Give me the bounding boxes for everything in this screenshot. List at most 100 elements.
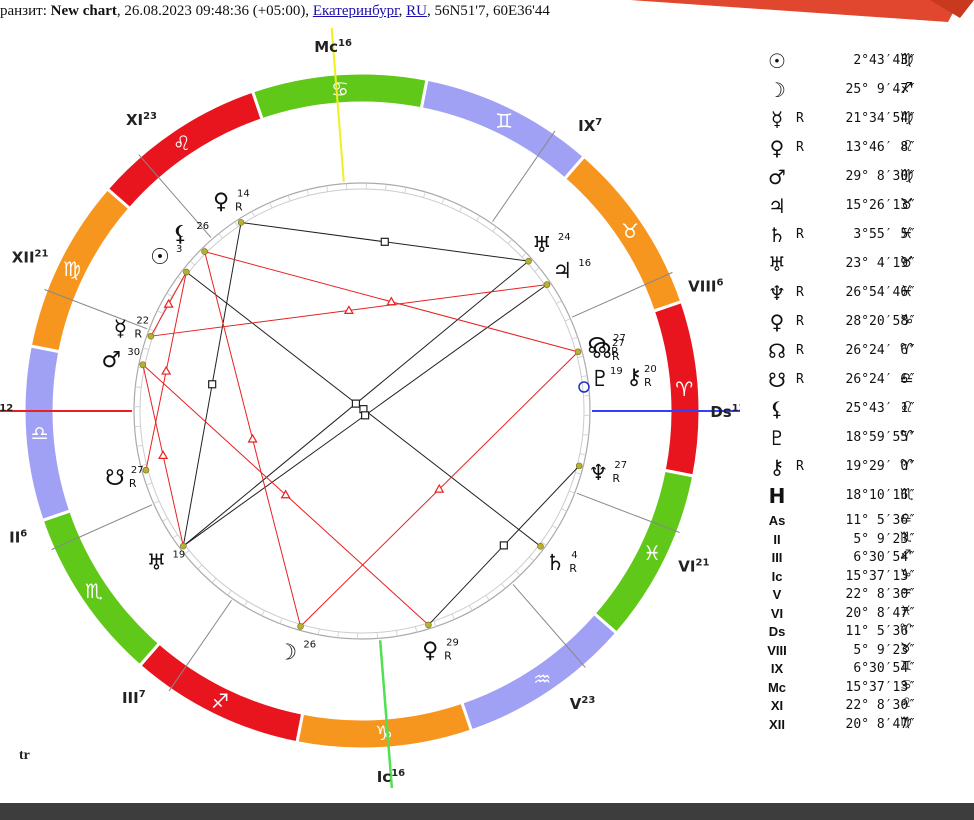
degree-tick: [395, 630, 398, 637]
table-row: ☉ 2°43′43″ ♍: [760, 48, 974, 77]
house-label-ix: IX7: [578, 117, 602, 135]
table-row-sign: ♈: [900, 456, 914, 474]
planet-glyph-sun: ☉: [150, 245, 170, 270]
table-row-retro: R: [796, 140, 804, 155]
table-row-retro: R: [796, 285, 804, 300]
degree-tick: [146, 482, 153, 486]
wheel-label-retro-north-node-label: R: [612, 350, 620, 363]
house-label-xi: XI23: [126, 111, 157, 129]
planet-dot-ceres: [425, 621, 432, 629]
table-row: ⚸ 25°43′ 1″ ♌: [760, 396, 974, 425]
zodiac-glyph-aquarius: ♒: [533, 667, 551, 691]
table-row-sign: ♉: [900, 195, 914, 213]
table-row-glyph: ⚸: [769, 397, 785, 421]
table-row-sign: ♌: [900, 137, 914, 155]
table-row-retro: R: [796, 343, 804, 358]
table-row-glyph: XII: [769, 716, 785, 732]
degree-tick: [529, 556, 535, 562]
planet-glyph-neptune-pisces: ♅: [147, 551, 167, 576]
planet-dot-uranus: [525, 257, 532, 265]
planet-degree-south-node: 27: [131, 465, 144, 476]
table-row-glyph: ♀: [769, 310, 785, 334]
table-row-retro: R: [796, 314, 804, 329]
zodiac-glyph-leo: ♌: [173, 131, 191, 155]
degree-tick: [507, 238, 513, 244]
table-row-sign: ♍: [900, 166, 914, 184]
zodiac-glyph-sagittarius: ♐: [211, 689, 229, 713]
planet-dot-mercury: [147, 332, 155, 340]
table-row: XII 20° 8′47″ ♍: [760, 714, 974, 735]
degree-tick: [577, 355, 584, 359]
table-row: VIII 5° 9′23″ ♉: [760, 641, 974, 661]
table-row-sign: ♊: [900, 659, 912, 674]
planet-dot-jupiter: [543, 281, 551, 288]
planet-glyph-south-node: ☋: [105, 466, 125, 491]
planet-degree-neptune: 27: [614, 460, 627, 471]
planet-degree-uranus: 24: [558, 232, 571, 243]
degree-tick: [227, 590, 232, 596]
house-label-iii: III7: [122, 689, 146, 707]
zodiac-glyph-cancer: ♋: [331, 77, 349, 101]
table-row: ☽ 25° 9′47″ ♐: [760, 77, 974, 106]
table-row-sign: ♒: [900, 585, 912, 600]
table-row-glyph: ♀: [769, 136, 785, 160]
table-row: VI 20° 8′47″ ♓: [760, 603, 974, 624]
table-row: ♂ 29° 8′30″ ♍: [760, 164, 974, 193]
planet-dot-lilith: [201, 248, 208, 255]
table-row-glyph: IX: [770, 661, 784, 676]
table-row-sign: ♍: [900, 108, 914, 126]
degree-tick: [501, 583, 506, 589]
degree-tick: [211, 578, 217, 584]
table-row-sign: ♓: [900, 603, 912, 619]
table-row-glyph: ☊: [768, 339, 786, 363]
degree-tick: [261, 610, 265, 616]
house-cusp-ic: [378, 640, 394, 788]
table-row-glyph: VIII: [767, 642, 787, 658]
planet-dot-sun: [183, 268, 190, 276]
table-row-glyph: As: [768, 513, 786, 528]
house-label-mc: Mc16: [314, 38, 352, 56]
table-row-sign: ♍: [900, 50, 914, 68]
degree-tick: [485, 595, 490, 601]
table-row: ♀ R 13°46′ 8″ ♌: [760, 135, 974, 164]
wheel-label-degree-pluto-label: 19: [610, 366, 623, 377]
table-row-sign: ♍: [900, 714, 912, 730]
degree-tick: [153, 500, 160, 504]
table-row: As 11° 5′36″ ♎: [760, 511, 974, 531]
table-row-glyph: ☋: [768, 368, 786, 392]
planet-glyph-mercury: ☿: [114, 317, 128, 342]
table-row-glyph: Ic: [771, 568, 783, 584]
planet-retro-south-node: R: [129, 477, 137, 490]
table-row-glyph: Ds: [768, 624, 786, 639]
table-row: V 22° 8′30″ ♒: [760, 585, 974, 605]
table-row-sign: ♓: [900, 282, 914, 300]
degree-tick: [441, 198, 445, 205]
planet-degree-mercury: 22: [136, 316, 149, 327]
degree-tick: [326, 185, 329, 192]
table-row: ♅ 23° 4′19″ ♉: [760, 251, 974, 280]
degree-tick: [556, 300, 562, 305]
planet-degree-ceres: 29: [446, 638, 459, 649]
house-label-as: As12: [0, 403, 13, 421]
degree-tick: [218, 233, 223, 239]
planet-retro-ceres: R: [444, 650, 452, 663]
degree-tick: [189, 260, 195, 266]
table-row-glyph: III: [771, 550, 783, 565]
degree-tick: [279, 617, 283, 624]
planet-dot-saturn: [537, 543, 544, 550]
table-row-sign: ♈: [900, 340, 914, 358]
degree-tick: [551, 525, 558, 530]
planet-dot-neptune-pisces: [179, 542, 187, 550]
table-row: III 6°30′54″ ♐: [760, 548, 974, 568]
table-row: ♀ R 28°20′58″ ♑: [760, 309, 974, 338]
table-row: ♃ 15°26′13″ ♉: [760, 193, 974, 222]
table-row-glyph: VI: [770, 605, 784, 621]
table-row-glyph: ☉: [768, 49, 786, 73]
table-row-sign: ♈: [900, 622, 912, 637]
table-row: ♄ R 3°55′ 5″ ♓: [760, 222, 974, 251]
table-row: XI 22° 8′30″ ♌: [760, 696, 974, 716]
table-row: II 5° 9′23″ ♏: [760, 530, 974, 550]
degree-tick: [414, 626, 418, 633]
natal-chart-wheel: ♈ ♉ ♊ ♋ ♌ ♍ ♎ ♏ ♐ ♑ ♒ ♓ As12 II6 III7 Ic16 V23 VI21 Ds12 VI…: [0, 28, 740, 788]
planet-degree-venus: 14: [237, 189, 250, 200]
